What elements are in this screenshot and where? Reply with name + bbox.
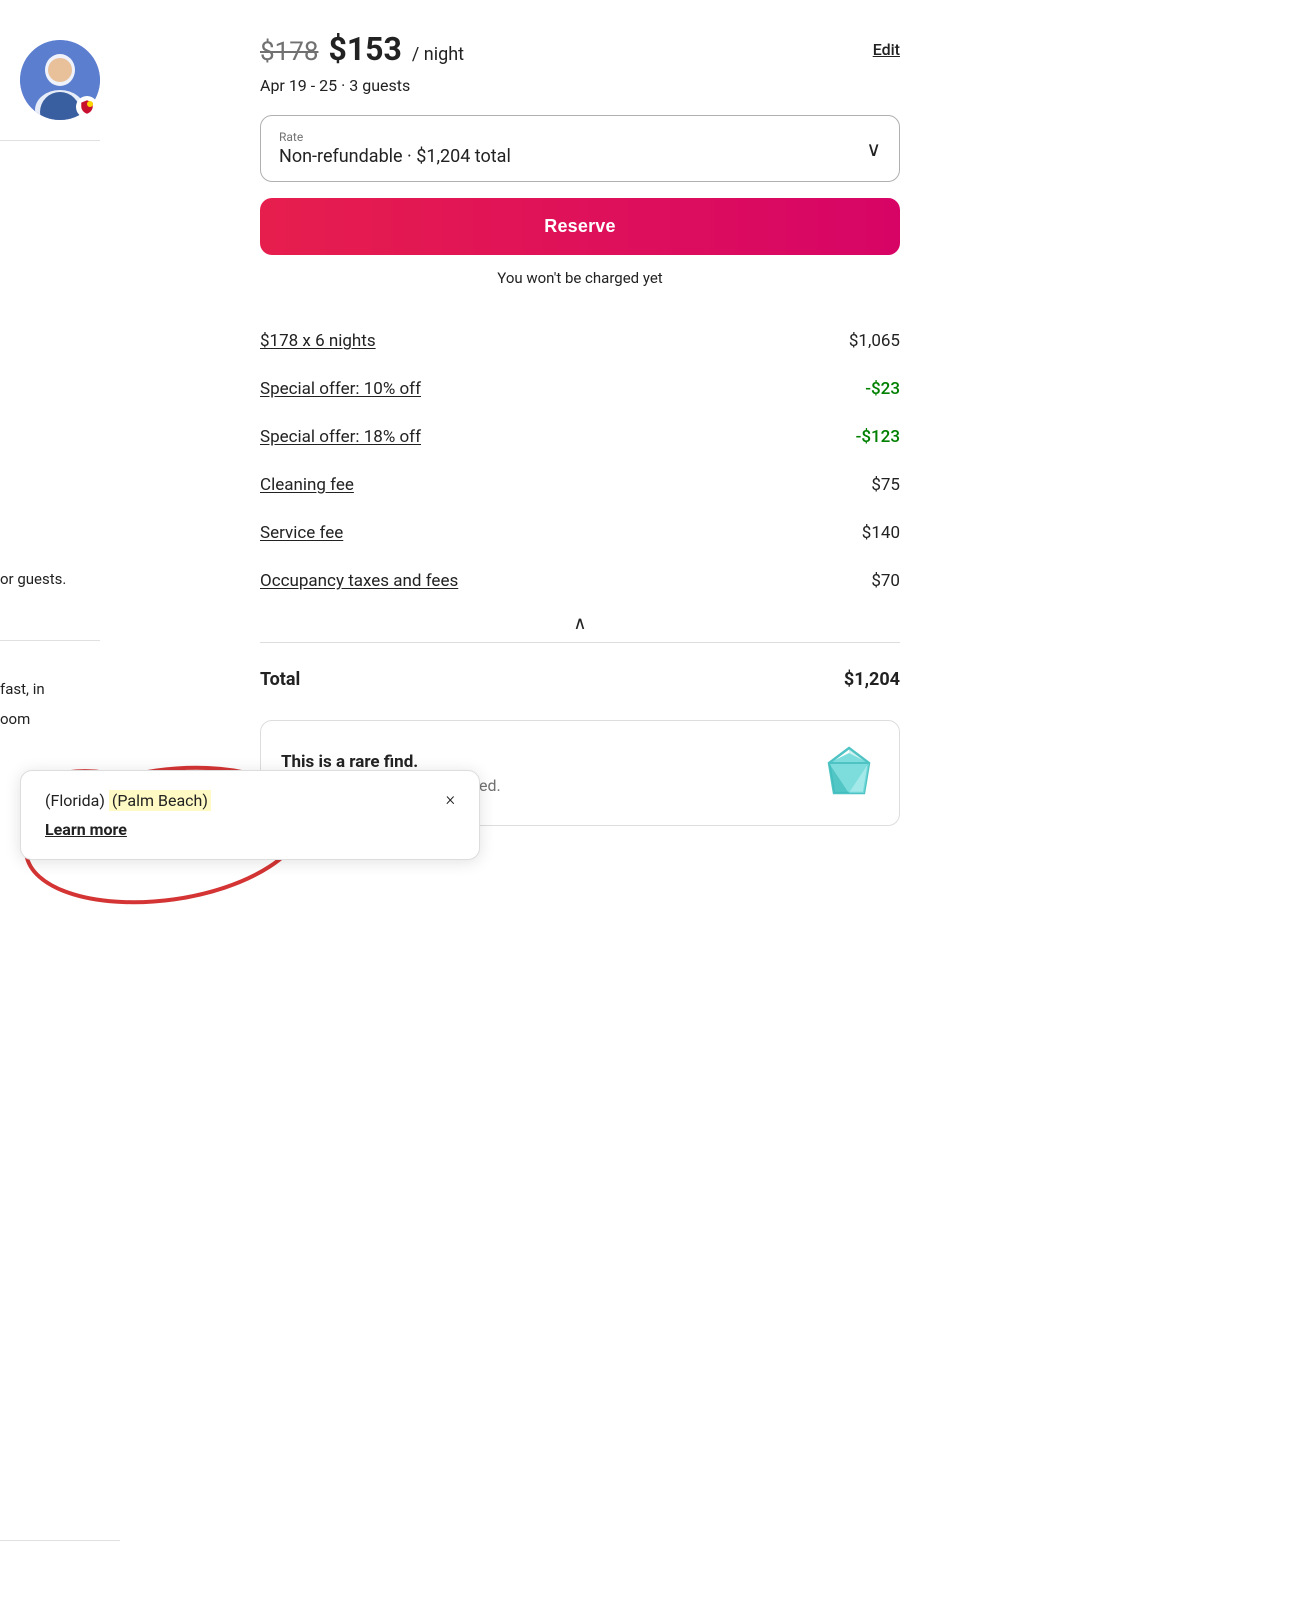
tooltip-content: (Florida) (Palm Beach) × xyxy=(45,791,455,810)
price-row-offer-18: Special offer: 18% off -$123 xyxy=(260,413,900,461)
current-price: $153 xyxy=(328,30,401,68)
price-row-service: Service fee $140 xyxy=(260,509,900,557)
cleaning-label[interactable]: Cleaning fee xyxy=(260,475,354,495)
pricing-card: $178 $153 / night Edit Apr 19 - 25 · 3 g… xyxy=(260,30,900,826)
left-divider-2 xyxy=(0,640,100,641)
price-row-cleaning: Cleaning fee $75 xyxy=(260,461,900,509)
tooltip-palm-beach: (Palm Beach) xyxy=(109,790,211,811)
price-header-row: $178 $153 / night Edit xyxy=(260,30,900,68)
left-room-text: oom xyxy=(0,710,30,728)
cleaning-value: $75 xyxy=(871,475,900,495)
total-row: Total $1,204 xyxy=(260,651,900,704)
learn-more-link[interactable]: Learn more xyxy=(45,820,455,839)
guests-text: 3 guests xyxy=(349,76,410,95)
price-row-offer-10: Special offer: 10% off -$23 xyxy=(260,365,900,413)
reserve-button[interactable]: Reserve xyxy=(260,198,900,255)
edit-link[interactable]: Edit xyxy=(873,40,900,59)
bottom-divider xyxy=(0,1540,120,1541)
occupancy-label[interactable]: Occupancy taxes and fees xyxy=(260,571,458,591)
tooltip-popup: (Florida) (Palm Beach) × Learn more xyxy=(20,770,480,860)
total-value: $1,204 xyxy=(844,669,900,690)
diamond-icon xyxy=(819,743,879,803)
page-container: or guests. fast, in oom $178 $153 / nigh… xyxy=(0,0,1303,1601)
dates-text: Apr 19 - 25 xyxy=(260,76,337,95)
left-fast-text: fast, in xyxy=(0,680,45,698)
chevron-up-icon: ∧ xyxy=(573,613,586,634)
occupancy-value: $70 xyxy=(871,571,900,591)
avatar-badge xyxy=(76,96,98,118)
chevron-up-area: ∧ xyxy=(260,605,900,634)
dates-guests: Apr 19 - 25 · 3 guests xyxy=(260,76,900,95)
total-label: Total xyxy=(260,669,300,690)
price-row-occupancy: Occupancy taxes and fees $70 xyxy=(260,557,900,605)
original-price: $178 xyxy=(260,37,318,67)
nights-value: $1,065 xyxy=(849,331,900,351)
price-row-nights: $178 x 6 nights $1,065 xyxy=(260,317,900,365)
chevron-down-icon: ∨ xyxy=(866,137,881,161)
shield-icon xyxy=(79,99,95,115)
offer-18-value: -$123 xyxy=(856,427,900,447)
nights-label[interactable]: $178 x 6 nights xyxy=(260,331,376,351)
rate-value: Non-refundable · $1,204 total xyxy=(279,146,511,167)
avatar-container xyxy=(20,40,100,120)
rate-selector-content: Rate Non-refundable · $1,204 total xyxy=(279,130,511,167)
rare-find-title: This is a rare find. xyxy=(281,752,819,772)
rate-selector[interactable]: Rate Non-refundable · $1,204 total ∨ xyxy=(260,115,900,182)
service-label[interactable]: Service fee xyxy=(260,523,343,543)
no-charge-text: You won't be charged yet xyxy=(260,269,900,287)
tooltip-close-button[interactable]: × xyxy=(446,791,455,809)
tooltip-text-body: (Florida) (Palm Beach) xyxy=(45,791,446,810)
offer-10-value: -$23 xyxy=(865,379,900,399)
left-divider-1 xyxy=(0,140,100,141)
offer-18-label[interactable]: Special offer: 18% off xyxy=(260,427,421,447)
price-breakdown: $178 x 6 nights $1,065 Special offer: 10… xyxy=(260,317,900,704)
left-guests-text: or guests. xyxy=(0,570,66,588)
offer-10-label[interactable]: Special offer: 10% off xyxy=(260,379,421,399)
service-value: $140 xyxy=(862,523,900,543)
total-divider xyxy=(260,642,900,643)
tooltip-florida: (Florida) xyxy=(45,791,109,810)
per-night: / night xyxy=(412,44,464,65)
price-header-left: $178 $153 / night xyxy=(260,30,464,68)
rate-label: Rate xyxy=(279,130,511,144)
